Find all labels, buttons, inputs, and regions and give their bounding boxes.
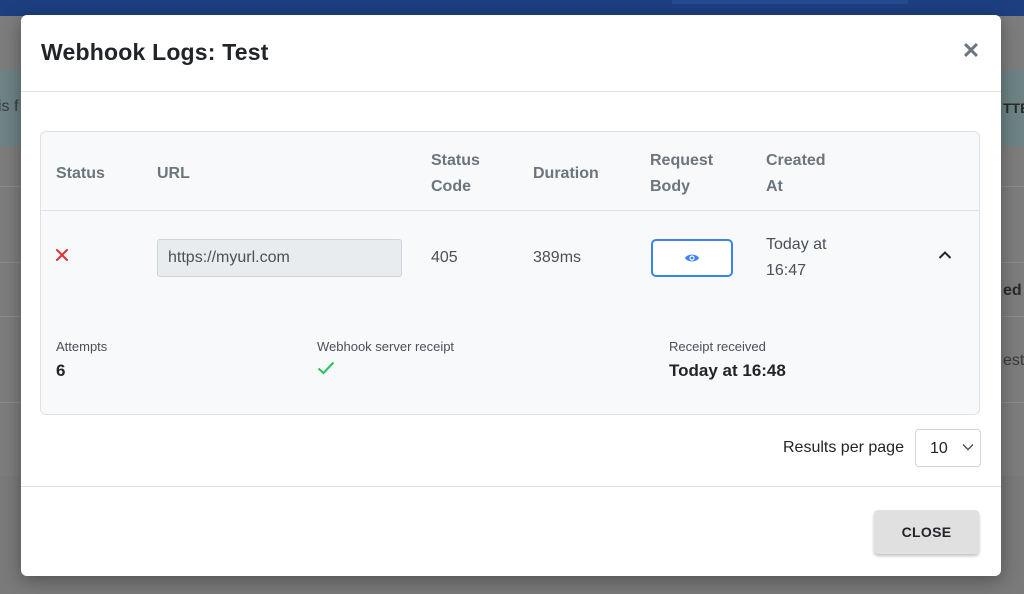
chevron-up-icon[interactable] — [938, 247, 952, 265]
header-request-body-line2: Body — [650, 178, 690, 195]
close-icon[interactable]: ✕ — [959, 39, 983, 63]
background-button-fragment: TTER — [1003, 100, 1024, 116]
header-url: URL — [157, 165, 190, 182]
header-created-at-line2: At — [766, 178, 783, 195]
background-text-fragment: ed b — [1003, 282, 1024, 299]
error-x-icon — [55, 246, 69, 266]
background-text-fragment: est — [1003, 352, 1024, 369]
created-at-line1: Today at — [766, 236, 827, 253]
attempts-label: Attempts — [56, 339, 108, 354]
chevron-down-icon — [962, 444, 974, 451]
header-created-at: Created At — [766, 148, 826, 200]
status-code-value: 405 — [431, 249, 458, 266]
url-field[interactable]: https://myurl.com — [157, 239, 402, 277]
check-icon — [317, 361, 335, 380]
webhook-logs-table: Status URL Status Code Duration Request … — [40, 131, 980, 415]
close-button[interactable]: CLOSE — [874, 510, 979, 554]
header-created-at-line1: Created — [766, 152, 826, 169]
footer-divider — [21, 486, 1001, 487]
results-per-page-select[interactable]: 10 — [915, 429, 981, 467]
header-status-code-line2: Code — [431, 178, 471, 195]
header-divider — [41, 210, 979, 211]
header-status-code-line1: Status — [431, 152, 480, 169]
header-status: Status — [56, 165, 105, 182]
duration-value: 389ms — [533, 249, 582, 266]
header-duration: Duration — [533, 165, 599, 182]
attempts-value: 6 — [56, 361, 66, 380]
view-request-body-button[interactable] — [651, 239, 733, 277]
receipt-received-label: Receipt received — [669, 339, 766, 354]
receipt-label: Webhook server receipt — [317, 339, 455, 354]
background-topbar-pill — [672, 0, 908, 4]
modal-header: Webhook Logs: Test ✕ — [21, 15, 1001, 92]
eye-icon — [685, 254, 699, 262]
results-per-page-label: Results per page — [783, 439, 904, 456]
webhook-logs-modal: Webhook Logs: Test ✕ Status URL Status C… — [21, 15, 1001, 576]
results-per-page-value: 10 — [930, 440, 948, 457]
receipt-received-value: Today at 16:48 — [669, 361, 786, 380]
header-request-body-line1: Request — [650, 152, 714, 169]
header-request-body: Request Body — [650, 148, 713, 200]
created-at-value: Today at 16:47 — [766, 232, 826, 284]
created-at-line2: 16:47 — [766, 262, 807, 279]
modal-title: Webhook Logs: Test — [41, 39, 269, 65]
background-text-fragment: is f — [0, 98, 19, 115]
background-topbar — [0, 0, 1024, 16]
header-status-code: Status Code — [431, 148, 480, 200]
